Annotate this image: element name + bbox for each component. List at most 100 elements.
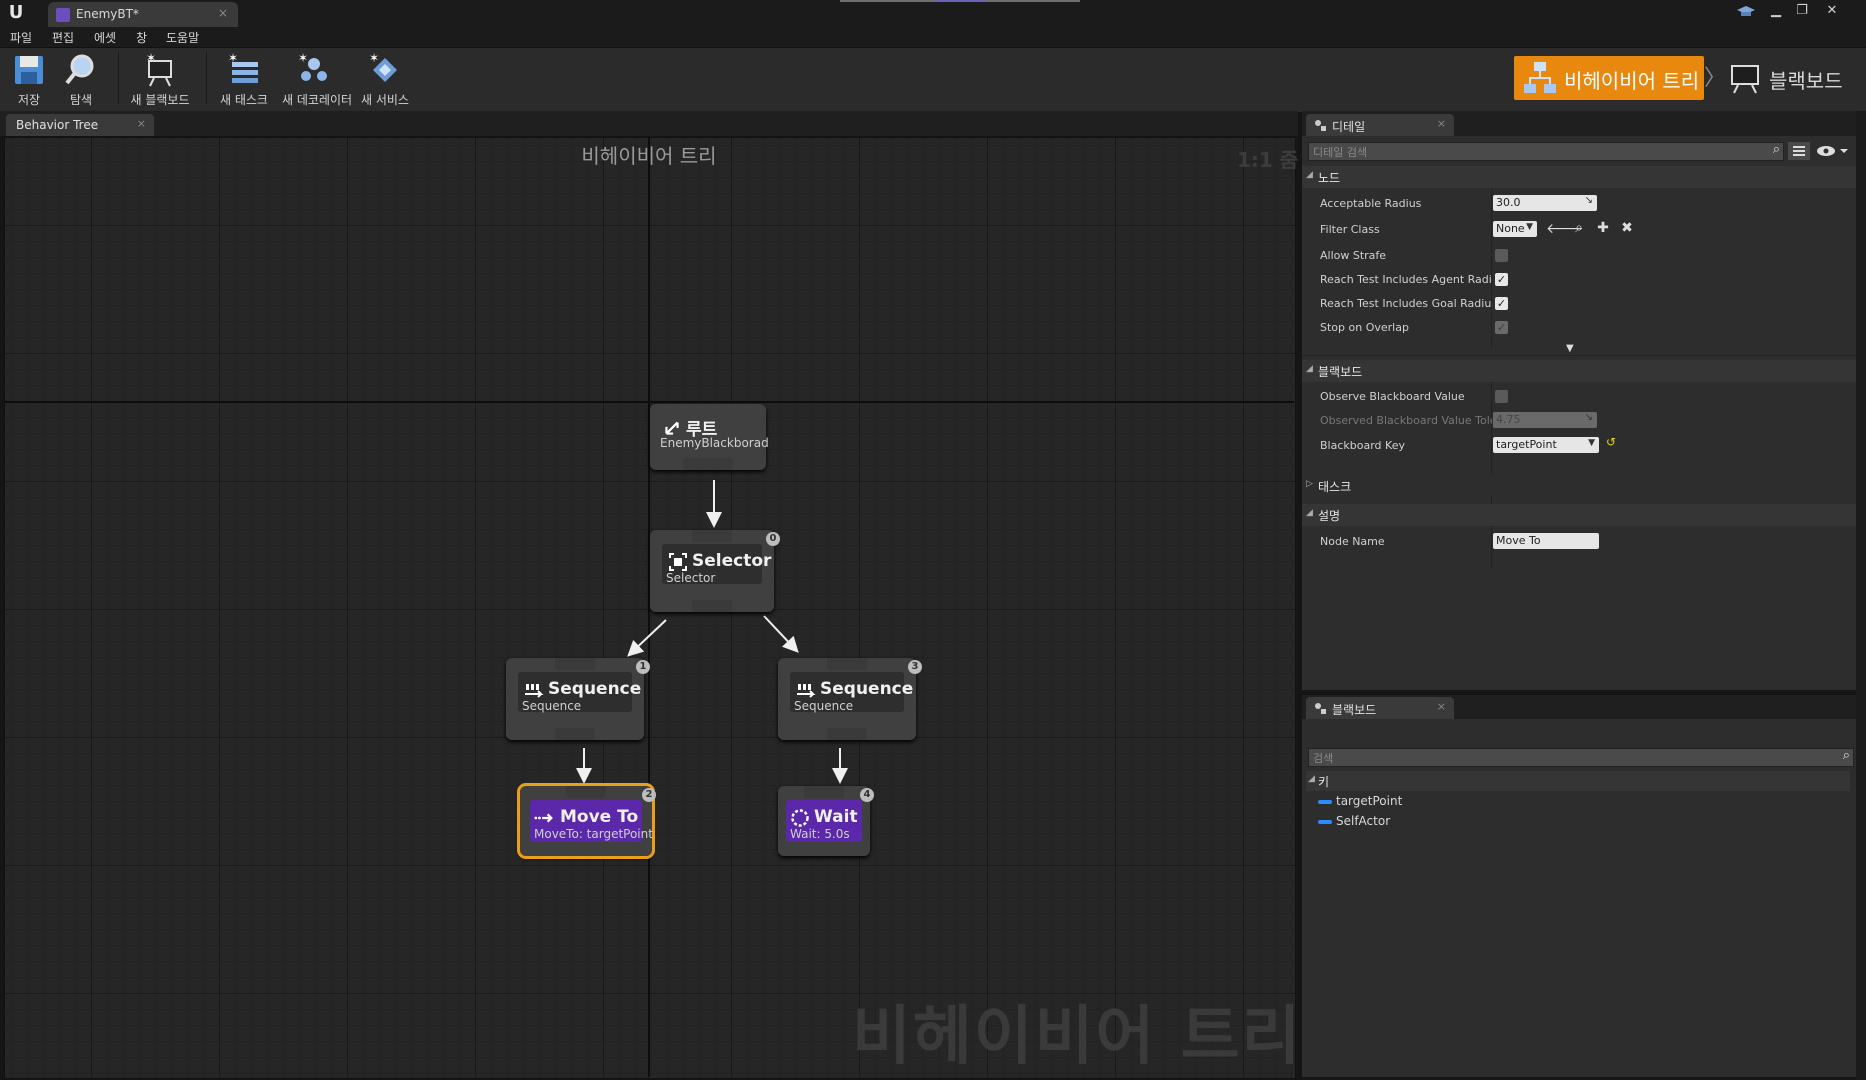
node-name-input[interactable]: Move To (1493, 533, 1599, 549)
chevron-down-icon: ▼ (1526, 222, 1533, 232)
blackboard-key-name: SelfActor (1336, 814, 1391, 828)
mortarboard-icon[interactable] (1736, 3, 1756, 21)
behavior-tree-mode-icon (1522, 60, 1558, 96)
category-description[interactable]: ◢ 설명 (1302, 504, 1856, 526)
category-task-label: 태스크 (1318, 480, 1352, 494)
prop-node-name-label: Node Name (1320, 535, 1385, 548)
property-matrix-button[interactable] (1788, 142, 1810, 160)
mode-blackboard-button[interactable]: 블랙보드 (1724, 56, 1866, 100)
maximize-button[interactable]: ❐ (1790, 2, 1814, 20)
wait-title: Wait (814, 807, 858, 827)
wait-header: Wait Wait: 5.0s (786, 800, 862, 842)
mode-blackboard-label: 블랙보드 (1769, 69, 1843, 93)
observed-tolerance-input[interactable]: 4.75 ↘ (1493, 412, 1597, 428)
prop-reach-agent-label: Reach Test Includes Agent Radius (1320, 273, 1492, 286)
sequence-right-subtitle: Sequence (794, 699, 854, 713)
sequence-right-input-pin[interactable] (827, 658, 867, 670)
root-output-pin[interactable] (683, 458, 733, 470)
category-task[interactable]: ▷ 태스크 (1302, 475, 1856, 497)
chevron-right-icon: 〉 (1704, 66, 1727, 91)
add-plus-icon[interactable]: ✚ (1594, 220, 1612, 236)
clear-x-icon[interactable]: ✖ (1618, 220, 1636, 236)
close-tab-icon[interactable]: × (1437, 117, 1446, 130)
blackboard-key-name: targetPoint (1336, 794, 1403, 808)
sequence-right-title: Sequence (820, 679, 914, 699)
minimize-button[interactable]: ▁ (1764, 2, 1788, 20)
move-to-task-node[interactable]: Move To MoveTo: targetPoint 2 (517, 783, 656, 859)
prop-observe-blackboard: Observe Blackboard Value (1302, 385, 1856, 409)
blackboard-tab-icon (1315, 703, 1326, 714)
spin-arrows-icon: ↘ (1584, 195, 1593, 206)
details-icon (1315, 120, 1326, 131)
expand-arrow-icon: ◢ (1308, 774, 1315, 784)
observe-bb-checkbox[interactable] (1495, 390, 1508, 403)
search-icon: ⌕ (1842, 748, 1850, 763)
reach-agent-checkbox[interactable]: ✓ (1495, 273, 1508, 286)
view-options-button[interactable] (1814, 142, 1854, 160)
category-description-label: 설명 (1318, 509, 1341, 523)
stop-overlap-checkbox[interactable]: ✓ (1495, 321, 1508, 334)
wait-clock-icon (791, 809, 809, 827)
collapsed-arrow-icon: ▷ (1306, 479, 1313, 489)
prop-filter-class-label: Filter Class (1320, 223, 1380, 236)
mode-behavior-tree-label: 비헤이비어 트리 (1564, 69, 1700, 93)
category-node[interactable]: ◢ 노드 (1302, 166, 1856, 188)
prop-observe-bb-label: Observe Blackboard Value (1320, 390, 1465, 403)
mode-behavior-tree-button[interactable]: 비헤이비어 트리 (1514, 56, 1704, 100)
move-to-header: Move To MoveTo: targetPoint (530, 800, 653, 842)
sequence-node-right[interactable]: Sequence Sequence 3 (778, 658, 922, 740)
move-to-subtitle: MoveTo: targetPoint (534, 827, 653, 841)
wait-input-pin[interactable] (804, 786, 844, 798)
prop-bb-key-label: Blackboard Key (1320, 439, 1405, 452)
filter-class-dropdown[interactable]: None ▼ (1493, 221, 1537, 237)
selector-node-subtitle: Selector (666, 571, 716, 585)
prop-reach-agent-radius: Reach Test Includes Agent Radius ✓ (1302, 268, 1856, 292)
expand-arrow-icon: ◢ (1306, 364, 1313, 374)
sequence-node-left[interactable]: Sequence Sequence 1 (506, 658, 650, 740)
use-selected-arrow-icon[interactable]: 🡐 (1546, 220, 1584, 237)
blackboard-keys-label: 키 (1318, 775, 1330, 789)
execution-index-badge: 3 (908, 660, 922, 674)
execution-index-badge: 2 (642, 788, 656, 802)
root-node[interactable]: 루트 EnemyBlackborad (650, 404, 769, 470)
category-blackboard[interactable]: ◢ 블랙보드 (1302, 360, 1856, 382)
prop-allow-strafe-label: Allow Strafe (1320, 249, 1387, 262)
close-window-button[interactable]: ✕ (1820, 2, 1844, 20)
move-to-input-pin[interactable] (566, 786, 606, 798)
close-tab-icon[interactable]: × (1437, 700, 1446, 713)
sequence-icon (797, 684, 816, 698)
blackboard-search-input[interactable]: 검색 ⌕ (1308, 748, 1854, 767)
blackboard-keys-category[interactable]: ◢ 키 (1306, 771, 1850, 791)
selector-output-pin[interactable] (692, 600, 732, 612)
sequence-icon (525, 684, 544, 698)
blackboard-tab-label: 블랙보드 (1332, 703, 1377, 717)
sequence-right-header: Sequence Sequence (790, 672, 913, 713)
acceptable-radius-input[interactable]: 30.0 ↘ (1493, 195, 1597, 211)
selector-input-pin[interactable] (692, 530, 732, 542)
selector-node[interactable]: Selector Selector 0 (650, 530, 780, 612)
prop-allow-strafe: Allow Strafe (1302, 244, 1856, 268)
sequence-right-output-pin[interactable] (827, 728, 867, 740)
root-node-header: 루트 EnemyBlackborad (660, 412, 769, 456)
prop-acceptable-radius-label: Acceptable Radius (1320, 197, 1422, 210)
object-key-type-icon (1318, 820, 1332, 824)
tab-blackboard[interactable]: 블랙보드 × (1306, 697, 1454, 719)
blackboard-search-placeholder: 검색 (1313, 752, 1334, 765)
selector-node-header: Selector Selector (662, 544, 771, 585)
browse-magnifier-icon[interactable]: ⌕ (1570, 220, 1588, 236)
wait-task-node[interactable]: Wait Wait: 5.0s 4 (778, 786, 874, 856)
reset-to-default-icon[interactable]: ↺ (1602, 435, 1620, 449)
blackboard-key-dropdown[interactable]: targetPoint ▼ (1493, 437, 1599, 453)
edge-selector-seq1 (627, 619, 667, 657)
tab-details[interactable]: 디테일 × (1306, 114, 1454, 136)
sequence-left-input-pin[interactable] (555, 658, 595, 670)
sequence-left-output-pin[interactable] (555, 728, 595, 740)
allow-strafe-checkbox[interactable] (1495, 249, 1508, 262)
advanced-expand-icon[interactable]: ▼ (1566, 343, 1574, 354)
details-search-input[interactable]: 디테일 검색 ⌕ (1308, 142, 1784, 161)
prop-acceptable-radius: Acceptable Radius 30.0 ↘ (1302, 192, 1856, 216)
eye-icon (1817, 146, 1848, 156)
prop-reach-goal-radius: Reach Test Includes Goal Radius ✓ (1302, 292, 1856, 316)
reach-goal-checkbox[interactable]: ✓ (1495, 297, 1508, 310)
selector-node-title: Selector (692, 551, 772, 571)
